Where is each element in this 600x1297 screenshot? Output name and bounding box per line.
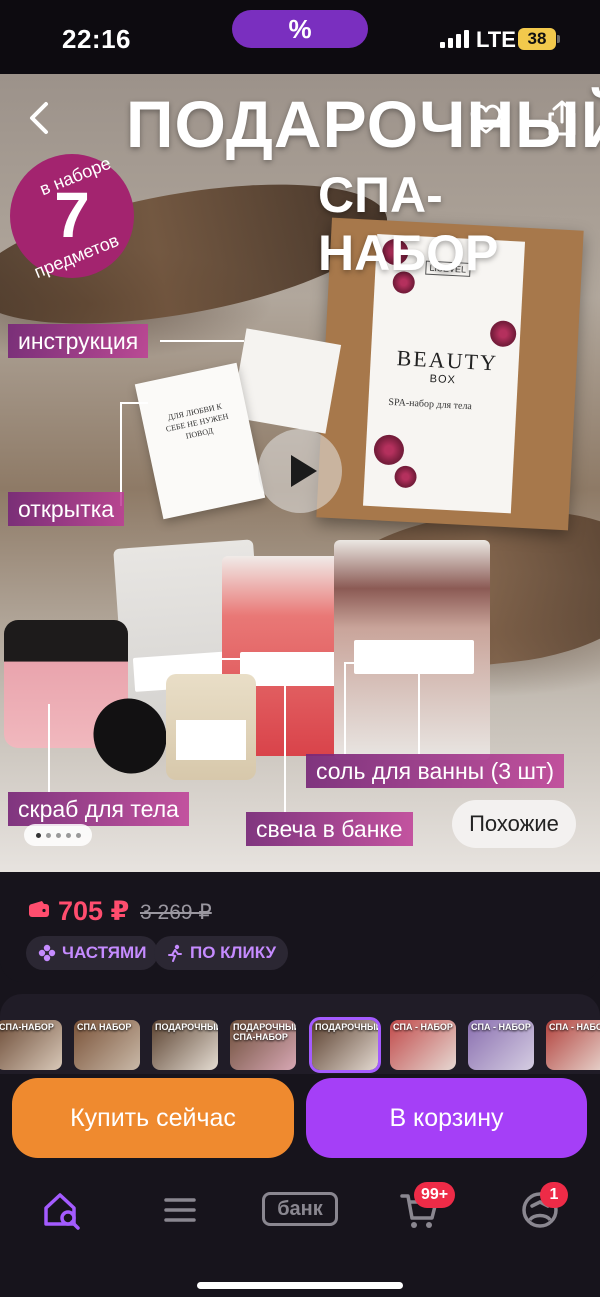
tag-scrub: скраб для тела — [8, 792, 189, 826]
add-to-cart-button[interactable]: В корзину — [306, 1078, 587, 1158]
cart-count-badge: 99+ — [414, 1182, 456, 1208]
leader-line — [218, 658, 286, 812]
thumbnail[interactable]: СПА НАБОР — [74, 1020, 140, 1070]
similar-button[interactable]: Похожие — [452, 800, 576, 848]
box-title: BEAUTY — [396, 345, 499, 376]
bank-tab[interactable]: банк — [262, 1192, 338, 1226]
thumbnail[interactable]: СПА-НАБОР — [0, 1020, 62, 1070]
play-video-button[interactable] — [258, 429, 342, 513]
old-price: 3 269 ₽ — [140, 901, 212, 924]
play-icon — [291, 455, 317, 487]
hero-headline: ПОДАРОЧНЫЙ — [126, 87, 600, 161]
battery-icon: 38 — [518, 28, 556, 50]
rose-decor — [489, 320, 517, 348]
home-indicator — [197, 1282, 403, 1289]
gallery-dot — [75, 832, 81, 838]
tag-instruction: инструкция — [8, 324, 149, 358]
thumbnail-active[interactable]: ПОДАРОЧНЫЙ — [309, 1017, 381, 1073]
hero-subheadline: СПА-НАБОР — [318, 167, 499, 281]
rose-decor — [393, 465, 418, 489]
items-count-badge: в наборе 7 предметов — [10, 153, 134, 282]
one-click-chip[interactable]: ПО КЛИКУ — [154, 936, 289, 970]
product-image-gallery[interactable]: LISEVEL BEAUTY BOX SPA-набор для тела ДЛ… — [0, 74, 600, 872]
price-panel: 705 ₽ 3 269 ₽ ЧАСТЯМИ ПО КЛИКУ — [0, 872, 600, 982]
tag-bath-salt: соль для ванны (3 шт) — [306, 754, 565, 788]
gallery-pagination — [24, 824, 92, 846]
leader-line — [160, 340, 244, 342]
installments-chip[interactable]: ЧАСТЯМИ — [26, 936, 159, 970]
installments-label: ЧАСТЯМИ — [62, 943, 147, 962]
leader-line — [344, 662, 420, 754]
current-price: 705 ₽ — [58, 896, 130, 926]
greeting-card-text: ДЛЯ ЛЮБВИ К СЕБЕ НЕ НУЖЕН ПОВОД — [165, 401, 230, 441]
puzzle-icon — [38, 944, 56, 962]
box-subtitle: BOX — [429, 372, 457, 387]
thumbnail[interactable]: СПА - НАБОР — [390, 1020, 456, 1070]
tag-candle: свеча в банке — [246, 812, 413, 846]
leader-line — [48, 704, 50, 792]
box-description: SPA-набор для тела — [388, 396, 473, 413]
heart-icon[interactable] — [468, 100, 504, 136]
thumbnail[interactable]: СПА - НАБОР — [468, 1020, 534, 1070]
bottom-nav: банк 99+ 1 — [0, 1160, 600, 1297]
buy-now-button[interactable]: Купить сейчас — [12, 1078, 294, 1158]
tag-postcard: открытка — [8, 492, 125, 526]
rose-decor — [373, 434, 405, 466]
profile-notification-badge: 1 — [540, 1182, 568, 1208]
gallery-dot — [65, 832, 71, 838]
thumbnail[interactable]: СПА - НАБОР — [546, 1020, 600, 1070]
wallet-icon — [29, 901, 49, 917]
thumbnail-strip: СПА-НАБОР СПА НАБОР ПОДАРОЧНЫЙ ПОДАРОЧНЫ… — [0, 994, 600, 1074]
status-bar: 22:16 % LTE 38 — [0, 0, 600, 74]
network-type: LTE — [476, 27, 516, 52]
one-click-label: ПО КЛИКУ — [190, 943, 277, 962]
status-time: 22:16 — [62, 24, 131, 54]
gallery-dot — [35, 832, 41, 838]
leader-line — [120, 402, 148, 506]
home-search-icon[interactable] — [40, 1188, 84, 1232]
running-icon — [168, 944, 182, 962]
back-icon[interactable] — [22, 100, 58, 136]
gallery-dot — [45, 832, 51, 838]
battery-tip — [557, 35, 560, 43]
gallery-dot — [55, 832, 61, 838]
share-icon[interactable] — [542, 98, 582, 138]
promo-pill[interactable]: % — [232, 10, 368, 48]
thumbnail[interactable]: ПОДАРОЧНЫЙ — [152, 1020, 218, 1070]
signal-icon — [440, 30, 469, 48]
thumbnail[interactable]: ПОДАРОЧНЫЙ СПА-НАБОР — [230, 1020, 296, 1070]
catalog-menu-icon[interactable] — [158, 1188, 202, 1232]
